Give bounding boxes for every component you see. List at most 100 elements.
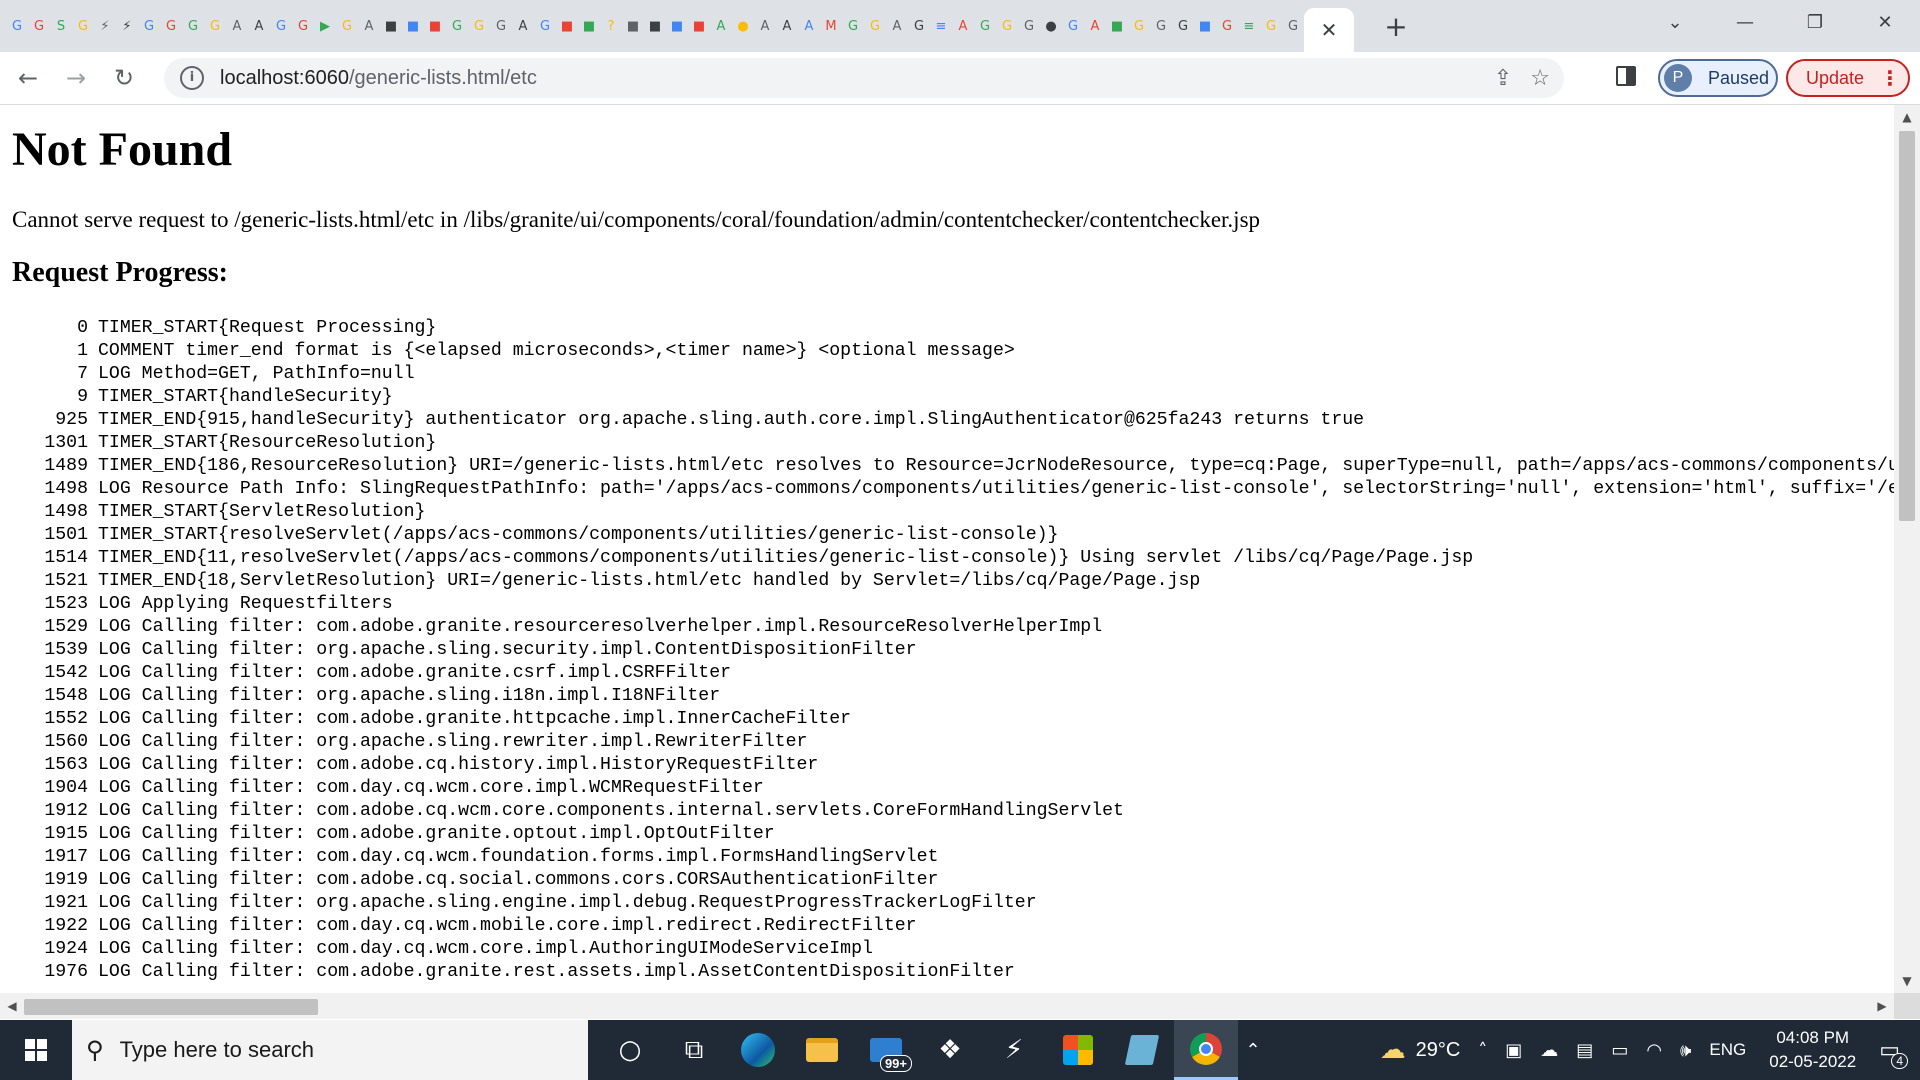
taskbar-search[interactable]: ⚲ Type here to search <box>72 1020 588 1080</box>
tab-favicon-icon[interactable]: G <box>336 6 358 46</box>
wifi-icon[interactable]: ◠ <box>1646 1040 1662 1061</box>
site-info-icon[interactable]: i <box>180 66 204 90</box>
tab-favicon-icon[interactable]: ■ <box>688 6 710 46</box>
vertical-scrollbar[interactable]: ▲ ▼ <box>1894 105 1920 993</box>
tab-favicon-icon[interactable]: G <box>182 6 204 46</box>
tab-favicon-icon[interactable]: G <box>72 6 94 46</box>
tab-favicon-icon[interactable]: ⚡ <box>94 6 116 46</box>
reload-button[interactable]: ↻ <box>104 58 144 98</box>
volume-icon[interactable]: 🕪 <box>1680 1040 1691 1061</box>
tab-favicon-icon[interactable]: G <box>1062 6 1084 46</box>
tab-favicon-icon[interactable]: G <box>1216 6 1238 46</box>
tab-favicon-icon[interactable]: A <box>798 6 820 46</box>
tab-favicon-icon[interactable]: ● <box>1040 6 1062 46</box>
tab-favicon-icon[interactable]: ■ <box>1194 6 1216 46</box>
tab-favicon-icon[interactable]: G <box>1260 6 1282 46</box>
tab-favicon-icon[interactable]: A <box>952 6 974 46</box>
tab-favicon-icon[interactable]: A <box>776 6 798 46</box>
weather-widget[interactable]: ☁ 29°C <box>1380 1035 1461 1065</box>
tab-favicon-icon[interactable]: G <box>204 6 226 46</box>
tab-favicon-icon[interactable]: M <box>820 6 842 46</box>
tab-favicon-icon[interactable]: G <box>6 6 28 46</box>
scroll-left-icon[interactable]: ◀ <box>0 993 24 1019</box>
tab-favicon-icon[interactable]: G <box>446 6 468 46</box>
notification-center-icon[interactable]: ▭ 4 <box>1879 1038 1908 1069</box>
scroll-up-icon[interactable]: ▲ <box>1894 105 1920 129</box>
horizontal-scrollbar[interactable]: ◀ ▶ <box>0 993 1894 1019</box>
tab-favicon-icon[interactable]: A <box>886 6 908 46</box>
clock[interactable]: 04:08 PM 02-05-2022 <box>1769 1026 1856 1074</box>
active-tab[interactable]: ✕ <box>1304 8 1354 52</box>
restore-button[interactable]: ❐ <box>1780 0 1850 44</box>
tab-favicon-icon[interactable]: G <box>908 6 930 46</box>
tab-favicon-icon[interactable]: ≡ <box>930 6 952 46</box>
profile-button[interactable]: P Paused <box>1658 59 1778 97</box>
tab-favicon-icon[interactable]: ? <box>600 6 622 46</box>
kebab-menu-icon[interactable]: ⋮ <box>1880 66 1900 90</box>
update-button[interactable]: Update ⋮ <box>1786 59 1910 97</box>
address-bar[interactable]: i localhost:6060/generic-lists.html/etc … <box>164 58 1564 98</box>
url-text[interactable]: localhost:6060/generic-lists.html/etc <box>220 67 537 90</box>
tab-favicon-icon[interactable]: A <box>226 6 248 46</box>
tab-favicon-icon[interactable]: A <box>1084 6 1106 46</box>
tab-favicon-icon[interactable]: ■ <box>556 6 578 46</box>
forward-button[interactable]: → <box>56 58 96 98</box>
tab-favicon-icon[interactable]: A <box>512 6 534 46</box>
vertical-scroll-thumb[interactable] <box>1899 131 1915 521</box>
tab-favicon-icon[interactable]: ■ <box>424 6 446 46</box>
tab-favicon-icon[interactable]: A <box>754 6 776 46</box>
bookmark-star-icon[interactable]: ☆ <box>1530 66 1550 91</box>
tab-favicon-icon[interactable]: G <box>138 6 160 46</box>
mail-icon[interactable]: 99+ <box>854 1020 918 1080</box>
device-icon[interactable]: ▣ <box>1505 1040 1522 1061</box>
tab-favicon-icon[interactable]: G <box>1150 6 1172 46</box>
tab-favicon-icon[interactable]: G <box>974 6 996 46</box>
tab-favicon-icon[interactable]: ▶ <box>314 6 336 46</box>
chrome-icon[interactable] <box>1174 1020 1238 1080</box>
tab-favicon-icon[interactable]: G <box>1018 6 1040 46</box>
tab-favicon-icon[interactable]: ■ <box>622 6 644 46</box>
tab-favicon-icon[interactable]: ≡ <box>1238 6 1260 46</box>
tab-favicon-icon[interactable]: G <box>28 6 50 46</box>
tab-favicon-icon[interactable]: G <box>864 6 886 46</box>
side-panel-icon[interactable] <box>1616 66 1636 86</box>
tab-favicon-icon[interactable]: G <box>490 6 512 46</box>
tab-favicon-icon[interactable]: ■ <box>1106 6 1128 46</box>
task-view-icon[interactable]: ⧉ <box>662 1020 726 1080</box>
tab-favicon-icon[interactable]: ■ <box>402 6 424 46</box>
tab-favicon-icon[interactable]: ■ <box>644 6 666 46</box>
onedrive-cloud-icon[interactable]: ☁ <box>1540 1040 1558 1061</box>
cortana-icon[interactable]: ○ <box>598 1020 662 1080</box>
tab-favicon-icon[interactable]: ⚡ <box>116 6 138 46</box>
tab-favicon-icon[interactable]: G <box>160 6 182 46</box>
notepad-icon[interactable] <box>1110 1020 1174 1080</box>
dropbox-icon[interactable]: ❖ <box>918 1020 982 1080</box>
tab-favicon-icon[interactable]: ■ <box>666 6 688 46</box>
tab-favicon-icon[interactable]: ■ <box>578 6 600 46</box>
start-button[interactable] <box>0 1020 72 1080</box>
tab-favicon-icon[interactable]: G <box>468 6 490 46</box>
display-icon[interactable]: ▤ <box>1576 1040 1593 1061</box>
tab-favicon-icon[interactable]: A <box>248 6 270 46</box>
new-tab-button[interactable]: + <box>1378 8 1414 44</box>
show-hidden-icons-icon[interactable]: ˄ <box>1478 1040 1487 1061</box>
tab-search-chevron-icon[interactable]: ⌄ <box>1640 0 1710 44</box>
tab-favicon-icon[interactable]: ● <box>732 6 754 46</box>
tab-favicon-icon[interactable]: G <box>1172 6 1194 46</box>
horizontal-scroll-thumb[interactable] <box>24 999 318 1015</box>
language-indicator[interactable]: ENG <box>1709 1040 1746 1060</box>
tab-favicon-icon[interactable]: G <box>270 6 292 46</box>
share-icon[interactable]: ⇪ <box>1494 66 1512 91</box>
scroll-right-icon[interactable]: ▶ <box>1870 993 1894 1019</box>
tab-favicon-icon[interactable]: G <box>1282 6 1304 46</box>
tab-favicon-icon[interactable]: S <box>50 6 72 46</box>
tab-favicon-icon[interactable]: ■ <box>380 6 402 46</box>
back-button[interactable]: ← <box>8 58 48 98</box>
close-tab-icon[interactable]: ✕ <box>1321 18 1338 42</box>
tab-favicon-icon[interactable]: A <box>358 6 380 46</box>
close-window-button[interactable]: ✕ <box>1850 0 1920 44</box>
taskbar-overflow-chevron-icon[interactable]: ⌃ <box>1238 1020 1268 1080</box>
microsoft-store-icon[interactable] <box>1046 1020 1110 1080</box>
tab-favicon-icon[interactable]: G <box>1128 6 1150 46</box>
tab-favicon-icon[interactable]: G <box>534 6 556 46</box>
